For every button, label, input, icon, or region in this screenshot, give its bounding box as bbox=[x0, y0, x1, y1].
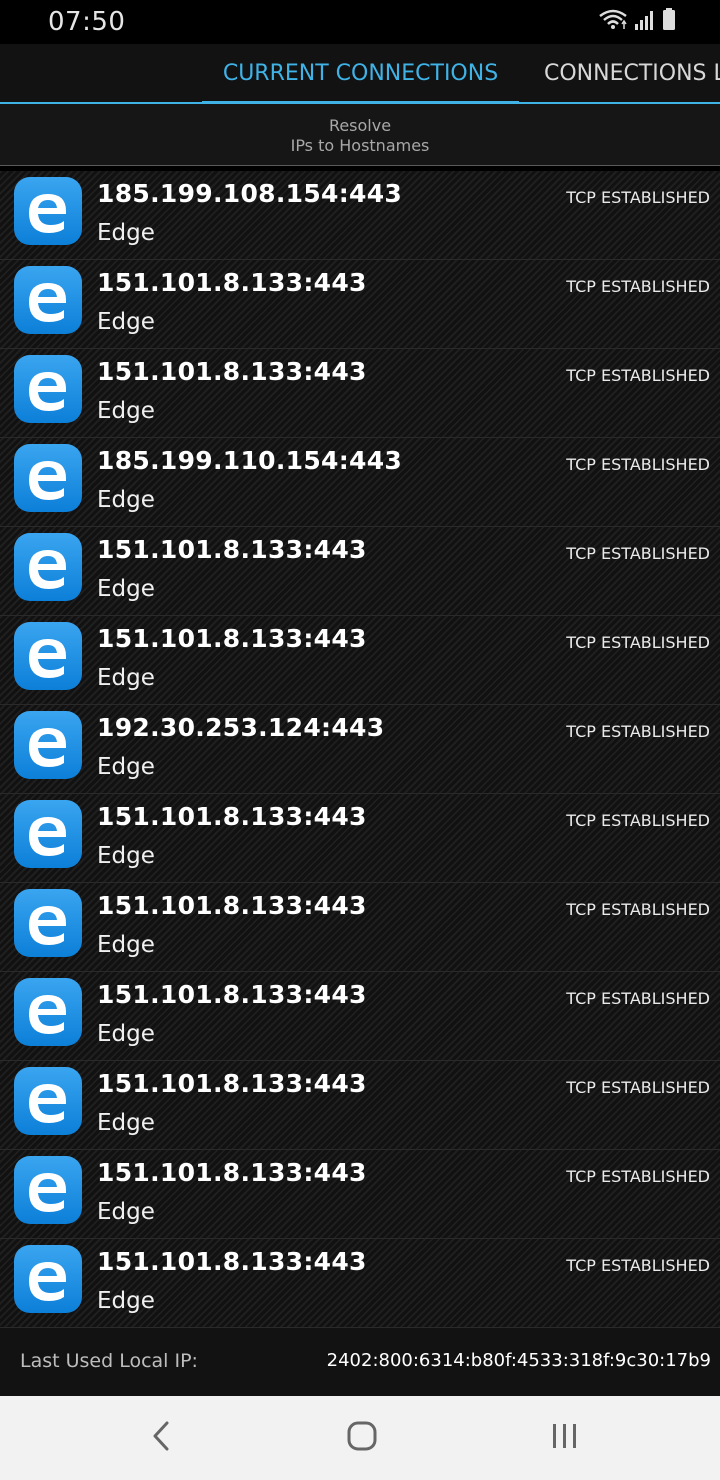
app-name: Edge bbox=[97, 487, 155, 513]
connections-list[interactable]: 185.199.108.154:443 Edge TCP ESTABLISHED 15… bbox=[0, 171, 720, 1328]
connection-state: TCP ESTABLISHED bbox=[566, 366, 710, 385]
edge-app-icon bbox=[14, 177, 82, 245]
app-name: Edge bbox=[97, 1288, 155, 1314]
app-name: Edge bbox=[97, 1021, 155, 1047]
connection-state: TCP ESTABLISHED bbox=[566, 811, 710, 830]
connection-row[interactable]: 151.101.8.133:443 Edge TCP ESTABLISHED bbox=[0, 527, 720, 616]
tab-current-connections[interactable]: CURRENT CONNECTIONS bbox=[202, 44, 519, 104]
connection-row[interactable]: 151.101.8.133:443 Edge TCP ESTABLISHED bbox=[0, 972, 720, 1061]
remote-address: 151.101.8.133:443 bbox=[97, 891, 367, 920]
edge-app-icon bbox=[14, 1067, 82, 1135]
app-name: Edge bbox=[97, 576, 155, 602]
edge-app-icon bbox=[14, 1156, 82, 1224]
connection-state: TCP ESTABLISHED bbox=[566, 277, 710, 296]
connection-state: TCP ESTABLISHED bbox=[566, 900, 710, 919]
connection-row[interactable]: 151.101.8.133:443 Edge TCP ESTABLISHED bbox=[0, 260, 720, 349]
connection-row[interactable]: 192.30.253.124:443 Edge TCP ESTABLISHED bbox=[0, 705, 720, 794]
app-name: Edge bbox=[97, 1110, 155, 1136]
recents-icon bbox=[550, 1422, 580, 1454]
edge-app-icon bbox=[14, 355, 82, 423]
remote-address: 151.101.8.133:443 bbox=[97, 357, 367, 386]
remote-address: 151.101.8.133:443 bbox=[97, 535, 367, 564]
remote-address: 151.101.8.133:443 bbox=[97, 268, 367, 297]
connection-row[interactable]: 151.101.8.133:443 Edge TCP ESTABLISHED bbox=[0, 349, 720, 438]
resolve-label: Resolve bbox=[328, 116, 392, 135]
connection-state: TCP ESTABLISHED bbox=[566, 544, 710, 563]
remote-address: 151.101.8.133:443 bbox=[97, 624, 367, 653]
remote-address: 151.101.8.133:443 bbox=[97, 1247, 367, 1276]
app-name: Edge bbox=[97, 932, 155, 958]
app-name: Edge bbox=[97, 754, 155, 780]
status-icons bbox=[598, 8, 676, 34]
local-ip-value: 2402:800:6314:b80f:4533:318f:9c30:17b9 bbox=[326, 1350, 711, 1371]
edge-app-icon bbox=[14, 889, 82, 957]
edge-app-icon bbox=[14, 622, 82, 690]
remote-address: 151.101.8.133:443 bbox=[97, 980, 367, 1009]
remote-address: 151.101.8.133:443 bbox=[97, 802, 367, 831]
edge-app-icon bbox=[14, 1245, 82, 1313]
edge-app-icon bbox=[14, 266, 82, 334]
connection-row[interactable]: 151.101.8.133:443 Edge TCP ESTABLISHED bbox=[0, 616, 720, 705]
back-icon bbox=[151, 1421, 171, 1455]
status-time: 07:50 bbox=[48, 7, 126, 37]
app-name: Edge bbox=[97, 309, 155, 335]
connection-row[interactable]: 151.101.8.133:443 Edge TCP ESTABLISHED bbox=[0, 1150, 720, 1239]
connection-row[interactable]: 151.101.8.133:443 Edge TCP ESTABLISHED bbox=[0, 1061, 720, 1150]
edge-app-icon bbox=[14, 711, 82, 779]
local-ip-label: Last Used Local IP: bbox=[20, 1350, 198, 1372]
home-button[interactable] bbox=[340, 1418, 384, 1458]
edge-app-icon bbox=[14, 978, 82, 1046]
connection-state: TCP ESTABLISHED bbox=[566, 1167, 710, 1186]
app-name: Edge bbox=[97, 665, 155, 691]
local-ip-footer: Last Used Local IP: 2402:800:6314:b80f:4… bbox=[0, 1328, 720, 1396]
back-button[interactable] bbox=[139, 1418, 183, 1458]
remote-address: 151.101.8.133:443 bbox=[97, 1069, 367, 1098]
battery-icon bbox=[662, 8, 676, 34]
tab-connections-log[interactable]: CONNECTIONS L bbox=[544, 44, 720, 104]
remote-address: 151.101.8.133:443 bbox=[97, 1158, 367, 1187]
app-name: Edge bbox=[97, 398, 155, 424]
connection-row[interactable]: 151.101.8.133:443 Edge TCP ESTABLISHED bbox=[0, 883, 720, 972]
remote-address: 185.199.110.154:443 bbox=[97, 446, 403, 475]
connection-state: TCP ESTABLISHED bbox=[566, 722, 710, 741]
connection-state: TCP ESTABLISHED bbox=[566, 188, 710, 207]
remote-address: 185.199.108.154:443 bbox=[97, 179, 403, 208]
resolve-sublabel: IPs to Hostnames bbox=[290, 136, 430, 155]
connection-row[interactable]: 151.101.8.133:443 Edge TCP ESTABLISHED bbox=[0, 794, 720, 883]
connection-state: TCP ESTABLISHED bbox=[566, 1078, 710, 1097]
navigation-bar bbox=[0, 1396, 720, 1480]
status-bar: 07:50 bbox=[0, 0, 720, 44]
connection-state: TCP ESTABLISHED bbox=[566, 989, 710, 1008]
signal-icon bbox=[634, 10, 656, 34]
app-name: Edge bbox=[97, 1199, 155, 1225]
home-icon bbox=[347, 1421, 377, 1455]
edge-app-icon bbox=[14, 800, 82, 868]
edge-app-icon bbox=[14, 444, 82, 512]
connection-row[interactable]: 185.199.110.154:443 Edge TCP ESTABLISHED bbox=[0, 438, 720, 527]
edge-app-icon bbox=[14, 533, 82, 601]
connection-state: TCP ESTABLISHED bbox=[566, 1256, 710, 1275]
connection-row[interactable]: 151.101.8.133:443 Edge TCP ESTABLISHED bbox=[0, 1239, 720, 1328]
remote-address: 192.30.253.124:443 bbox=[97, 713, 385, 742]
recents-button[interactable] bbox=[543, 1418, 587, 1458]
app-name: Edge bbox=[97, 220, 155, 246]
connection-state: TCP ESTABLISHED bbox=[566, 633, 710, 652]
resolve-hostnames-button[interactable]: Resolve IPs to Hostnames bbox=[0, 104, 720, 166]
tab-bar: CURRENT CONNECTIONS CONNECTIONS L bbox=[0, 44, 720, 104]
wifi-icon bbox=[598, 8, 628, 34]
connection-row[interactable]: 185.199.108.154:443 Edge TCP ESTABLISHED bbox=[0, 171, 720, 260]
app-name: Edge bbox=[97, 843, 155, 869]
connection-state: TCP ESTABLISHED bbox=[566, 455, 710, 474]
